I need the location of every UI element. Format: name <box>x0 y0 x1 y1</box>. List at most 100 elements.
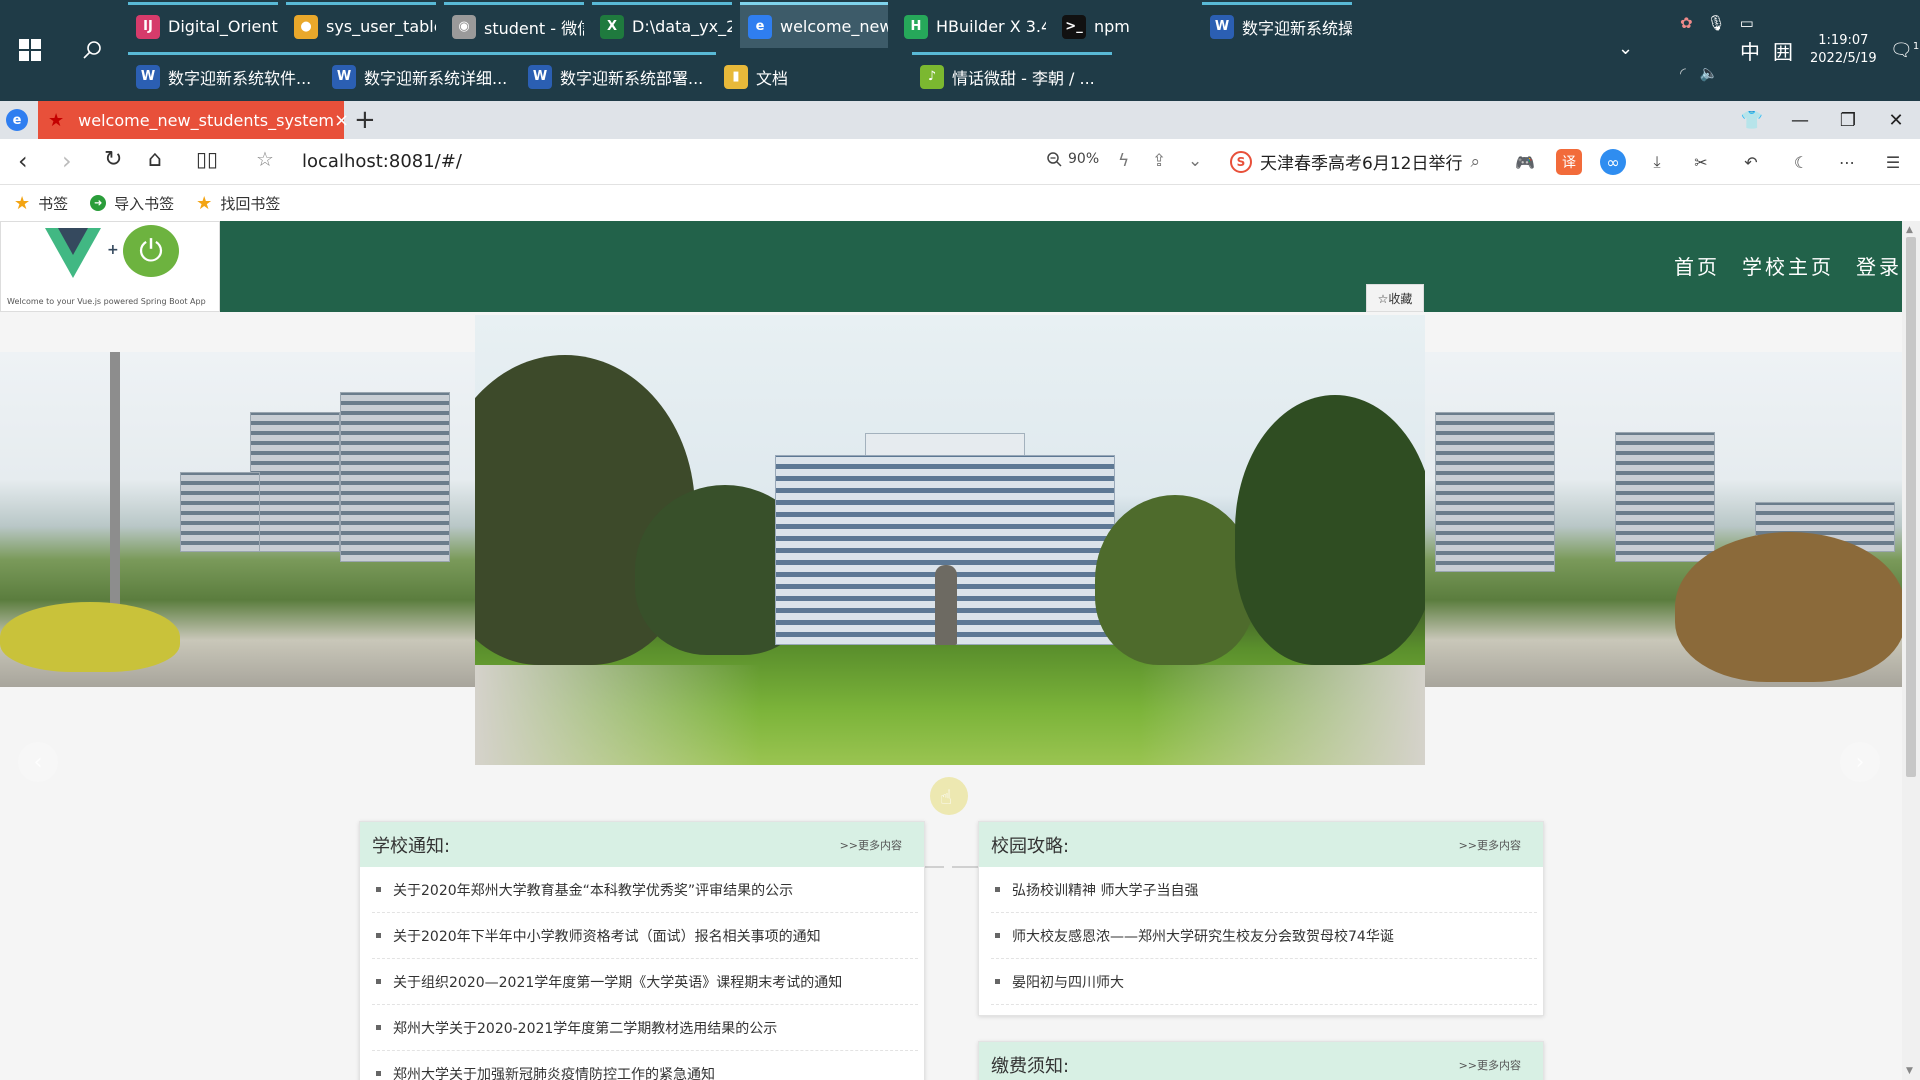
favicon-star-icon: ★ <box>48 109 65 131</box>
hamburger-menu-icon[interactable]: ☰ <box>1880 149 1906 175</box>
guides-panel: 校园攻略: >>更多内容 弘扬校训精神 师大学子当自强 师大校友感恩浓——郑州大… <box>978 821 1544 1016</box>
taskbar-app-button[interactable]: ◉ student - 微信... <box>444 2 584 48</box>
browser-logo-icon[interactable]: e <box>6 109 28 131</box>
carousel-next-slide[interactable] <box>1425 352 1902 687</box>
nav-home[interactable]: 首页 <box>1674 251 1720 280</box>
search-icon[interactable]: ⌕ <box>1470 152 1480 172</box>
sogou-search-icon[interactable]: S <box>1230 150 1252 173</box>
scroll-down-arrow[interactable]: ▼ <box>1906 1066 1913 1076</box>
more-link[interactable]: >>更多内容 <box>1459 837 1521 853</box>
list-item[interactable]: 郑州大学关于加强新冠肺炎疫情防控工作的紧急通知 <box>372 1051 918 1080</box>
taskbar-app-button[interactable]: W 数字迎新系统部署... <box>520 52 716 98</box>
zoom-indicator[interactable]: 90% <box>1046 151 1099 167</box>
bookmark-recover[interactable]: ★ 找回书签 <box>196 193 280 214</box>
extension-infinity-icon[interactable]: ∞ <box>1600 149 1626 175</box>
translate-icon[interactable]: 译 <box>1556 149 1582 175</box>
address-dropdown-icon[interactable]: ⌄ <box>1188 151 1202 171</box>
list-item[interactable]: 弘扬校训精神 师大学子当自强 <box>991 867 1537 913</box>
reload-button[interactable]: ↻ <box>104 147 122 172</box>
carousel-next-button[interactable]: › <box>1840 742 1880 782</box>
address-input[interactable]: localhost:8081/#/ <box>302 151 462 172</box>
bookmark-star-icon[interactable]: ☆ <box>256 147 274 171</box>
search-box[interactable]: S 天津春季高考6月12日举行 ⌕ <box>1230 149 1480 174</box>
taskbar-app-button[interactable]: W 数字迎新系统详细... <box>324 52 520 98</box>
list-item[interactable]: 关于2020年郑州大学教育基金“本科教学优秀奖”评审结果的公示 <box>372 867 918 913</box>
site-logo[interactable]: + ⏻ Welcome to your Vue.js powered Sprin… <box>0 221 220 312</box>
taskbar-app-label: 数字迎新系统部署... <box>560 68 704 88</box>
undo-close-icon[interactable]: ↶ <box>1738 149 1764 175</box>
list-item[interactable]: 郑州大学关于2020-2021学年度第二学期教材选用结果的公示 <box>372 1005 918 1051</box>
taskbar-app-button[interactable]: ♪ 情话微甜 - 李朝 / ... <box>912 52 1112 98</box>
ime-language-indicator[interactable]: 中 <box>1740 36 1760 65</box>
taskbar-app-button[interactable]: IJ Digital_Orienta... <box>128 2 278 48</box>
list-item[interactable]: 师大校友感恩浓——郑州大学研究生校友分会致贺母校74华诞 <box>991 913 1537 959</box>
image-carousel[interactable]: ‹ › <box>0 312 1902 868</box>
show-hidden-icons-button[interactable]: ⌄ <box>1618 38 1633 59</box>
more-menu-icon[interactable]: ⋯ <box>1834 149 1860 175</box>
nav-school-home[interactable]: 学校主页 <box>1742 251 1834 280</box>
bookmark-item[interactable]: ★ 书签 <box>14 193 68 214</box>
ime-mode-indicator[interactable]: 囲 <box>1773 36 1793 65</box>
bookmark-label: 书签 <box>38 194 69 213</box>
taskbar-app-label: 数字迎新系统软件... <box>168 68 312 88</box>
game-icon[interactable]: 🎮 <box>1512 149 1538 175</box>
browser-tab-active[interactable]: ★ welcome_new_students_system × <box>38 101 349 139</box>
favorite-button[interactable]: ☆收藏 <box>1366 284 1424 312</box>
list-item[interactable]: 晏阳初与四川师大 <box>991 959 1537 1005</box>
reading-mode-icon[interactable]: ▯▯ <box>196 147 218 171</box>
carousel-active-slide[interactable] <box>475 315 1425 765</box>
taskbar-app-label: 情话微甜 - 李朝 / ... <box>952 68 1095 88</box>
home-button[interactable]: ⌂ <box>148 147 162 172</box>
more-link[interactable]: >>更多内容 <box>1459 1057 1521 1073</box>
taskbar-app-label: D:\data_yx_202... <box>632 17 732 36</box>
list-item[interactable]: 关于组织2020—2021学年度第一学期《大学英语》课程期末考试的通知 <box>372 959 918 1005</box>
screenshot-scissors-icon[interactable]: ✂ <box>1688 149 1714 175</box>
list-item[interactable]: 关于2020年下半年中小学教师资格考试（面试）报名相关事项的通知 <box>372 913 918 959</box>
bookmark-import[interactable]: ➜ 导入书签 <box>90 193 174 214</box>
shirt-skin-icon[interactable]: 👕 <box>1728 110 1776 131</box>
taskbar-app-button[interactable]: ● sys_user_table ... <box>286 2 436 48</box>
taskbar-app-button[interactable]: >_ npm <box>1054 2 1194 48</box>
scrollbar-thumb[interactable] <box>1906 237 1916 777</box>
browser-toolbar: ‹ › ↻ ⌂ ▯▯ ☆ localhost:8081/#/ 90% ϟ ⇪ ⌄… <box>0 139 1920 185</box>
close-window-button[interactable]: ✕ <box>1872 110 1920 131</box>
taskbar-app-button[interactable]: ▮ 文档 <box>716 52 912 98</box>
intellij-icon: IJ <box>136 14 160 39</box>
battery-icon[interactable]: ▭ <box>1740 14 1754 32</box>
carousel-prev-slide[interactable] <box>0 352 475 687</box>
back-button[interactable]: ‹ <box>18 147 28 175</box>
carousel-prev-button[interactable]: ‹ <box>18 742 58 782</box>
taskbar-search-button[interactable] <box>72 30 112 70</box>
spring-power-icon: ⏻ <box>123 225 179 277</box>
page-scrollbar[interactable]: ▲ ▼ <box>1902 221 1920 1080</box>
restore-button[interactable]: ❐ <box>1824 110 1872 131</box>
nav-login[interactable]: 登录 <box>1856 251 1902 280</box>
scroll-up-arrow[interactable]: ▲ <box>1906 225 1913 235</box>
taskbar-app-button[interactable]: H HBuilder X 3.4.7 <box>896 2 1046 48</box>
taskbar-app-button[interactable]: e welcome_new_... <box>740 2 888 48</box>
search-icon <box>83 41 101 59</box>
forward-button[interactable]: › <box>62 147 72 175</box>
word-icon: W <box>528 64 552 89</box>
lightning-icon[interactable]: ϟ <box>1118 151 1129 171</box>
volume-icon[interactable]: 🔈 <box>1700 64 1719 82</box>
clock[interactable]: 1:19:07 2022/5/19 <box>1810 32 1877 68</box>
more-link[interactable]: >>更多内容 <box>840 837 902 853</box>
start-button[interactable] <box>0 28 60 72</box>
statue <box>935 565 957 645</box>
night-mode-icon[interactable]: ☾ <box>1788 149 1814 175</box>
minimize-button[interactable]: — <box>1776 110 1824 131</box>
action-center-button[interactable]: 🗨1 <box>1890 40 1919 61</box>
taskbar-app-label: student - 微信... <box>484 18 584 38</box>
download-icon[interactable]: ⤓ <box>1644 149 1670 175</box>
share-icon[interactable]: ⇪ <box>1152 151 1166 171</box>
taskbar-app-button[interactable]: X D:\data_yx_202... <box>592 2 732 48</box>
app-tray-icon[interactable]: ✿ <box>1680 14 1693 32</box>
close-tab-icon[interactable]: × <box>334 110 349 131</box>
wifi-icon[interactable]: ◜ <box>1680 64 1686 82</box>
new-tab-button[interactable]: + <box>354 105 376 135</box>
tab-title: welcome_new_students_system <box>78 110 334 130</box>
taskbar-app-button[interactable]: W 数字迎新系统软件... <box>128 52 324 98</box>
taskbar-app-button[interactable]: W 数字迎新系统操... <box>1202 2 1352 48</box>
microphone-icon[interactable]: 🎙 <box>1707 14 1726 32</box>
